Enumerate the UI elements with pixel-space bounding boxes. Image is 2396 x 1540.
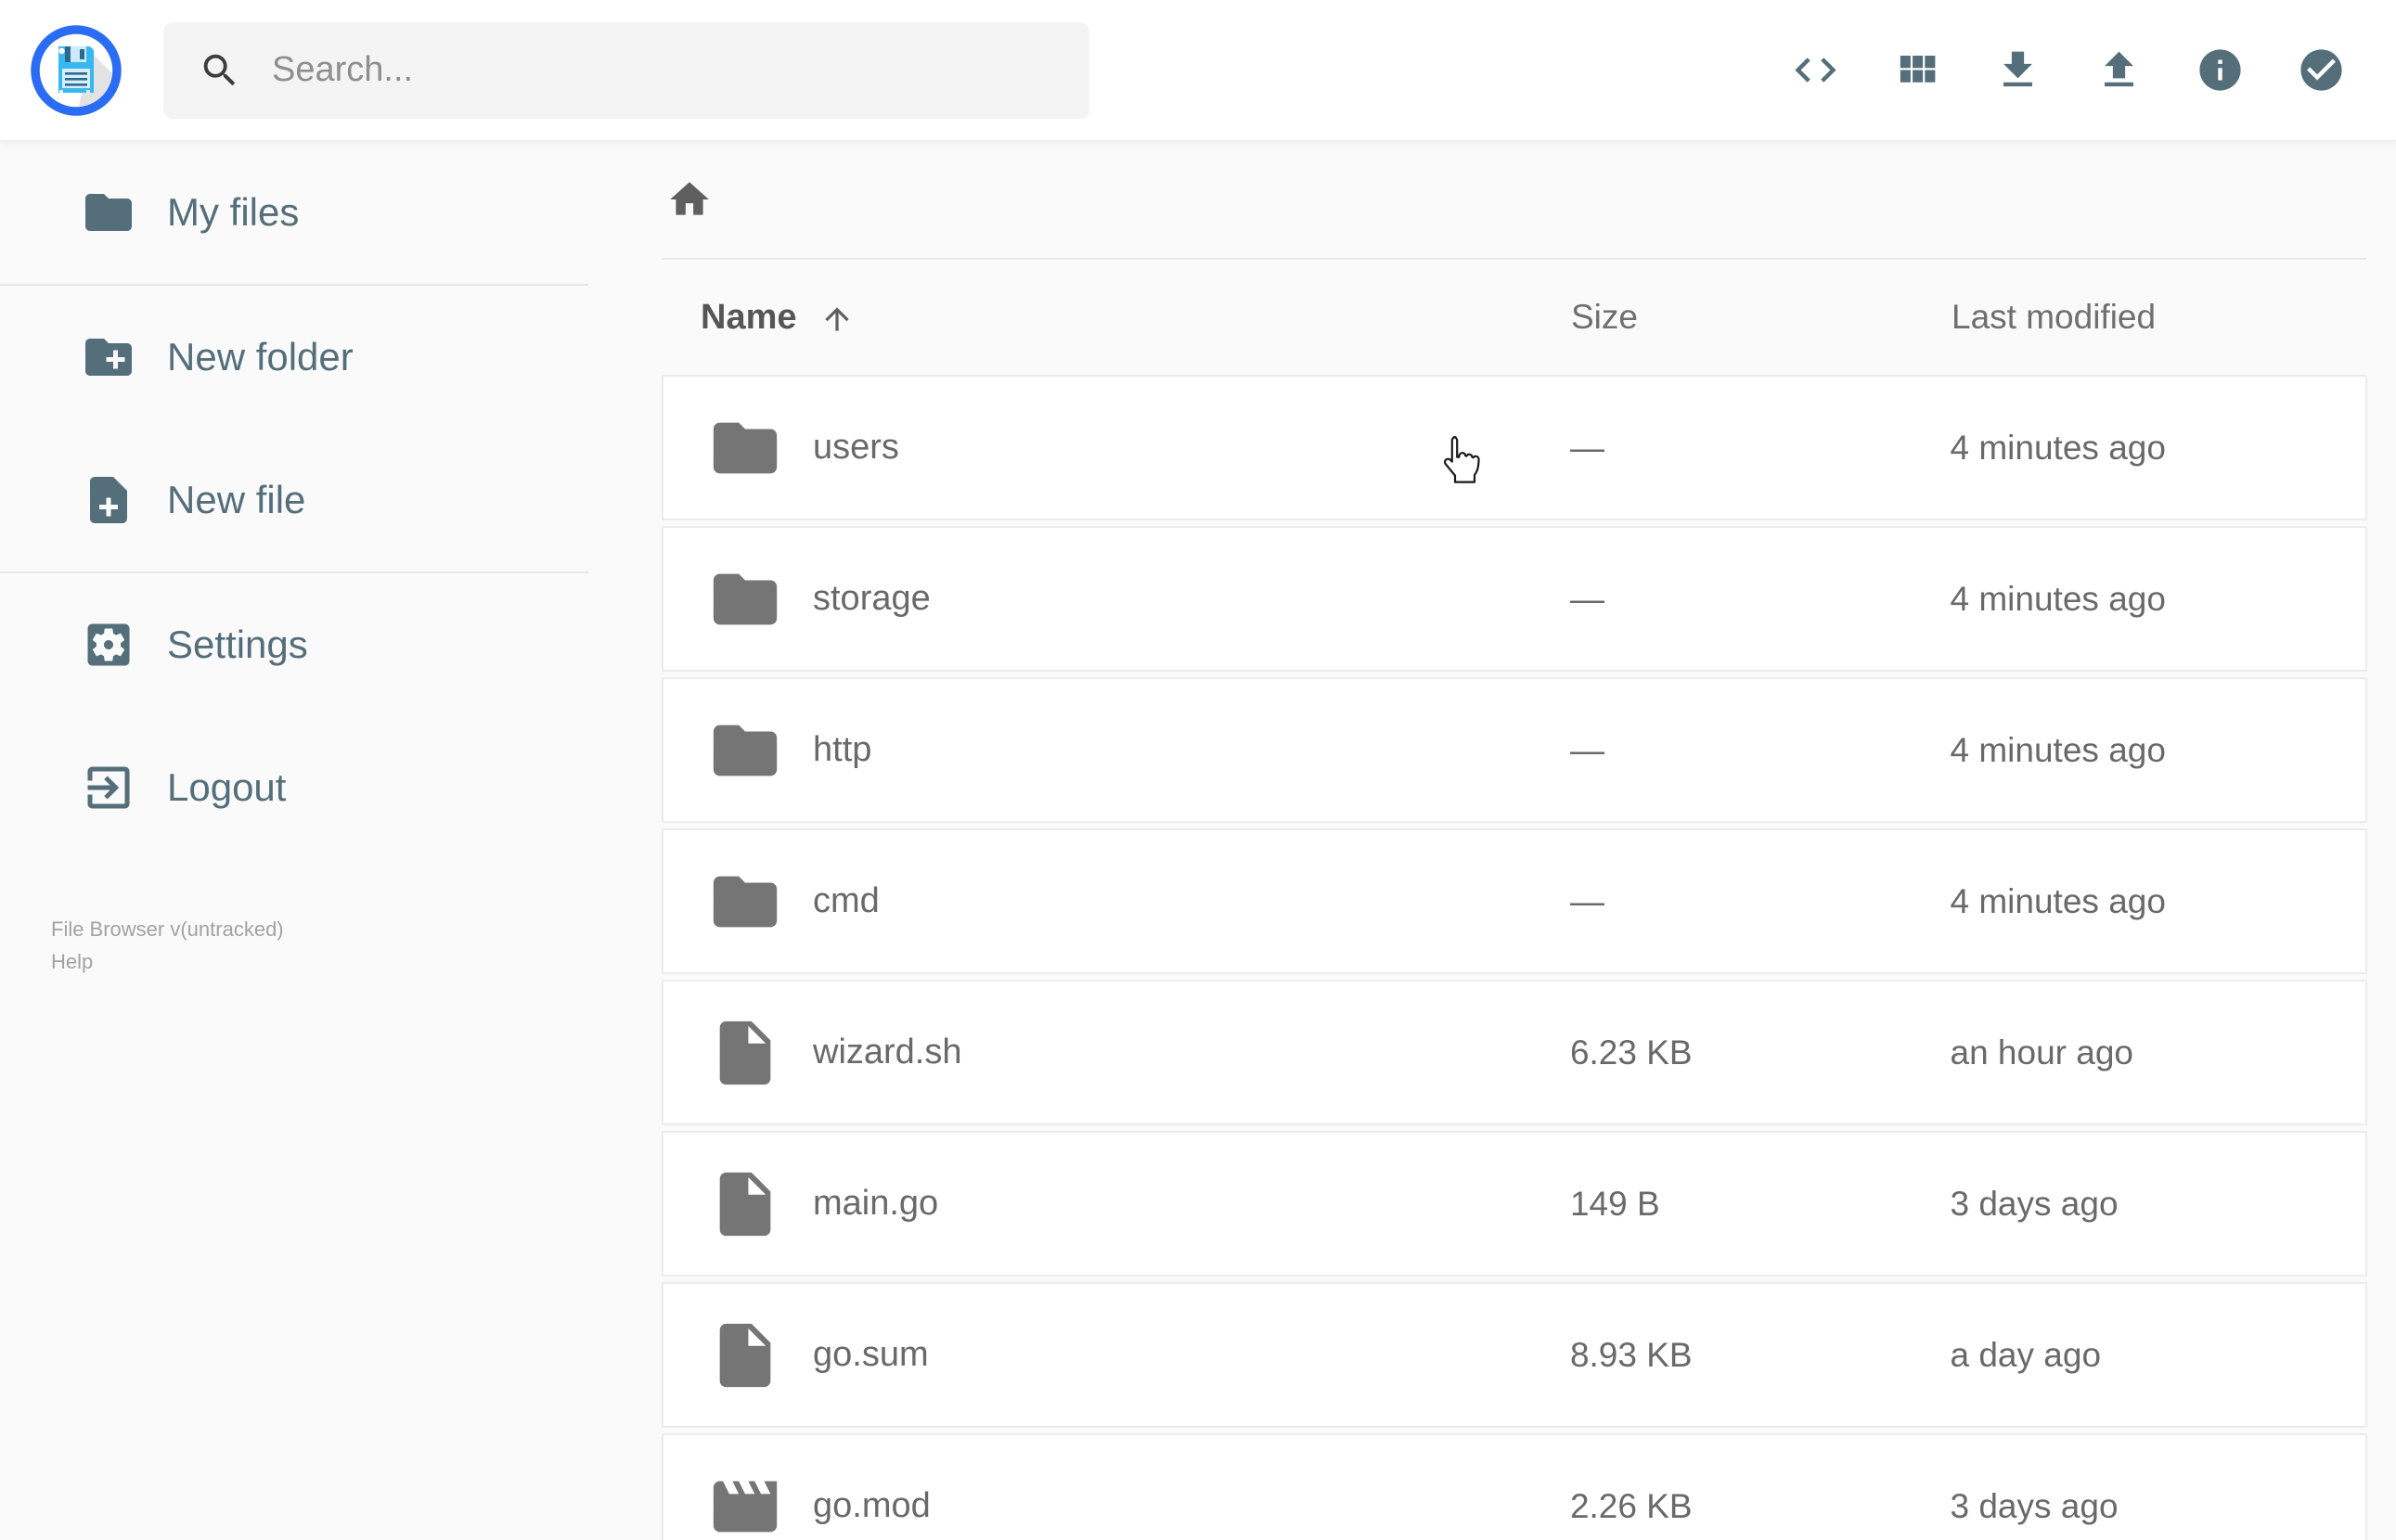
check-circle-icon	[2297, 45, 2346, 95]
cell-name: go.mod	[663, 1469, 1570, 1540]
sidebar: My files New folder New file Settings Logout…	[0, 141, 588, 978]
column-header-size[interactable]: Size	[1571, 298, 1952, 337]
file-name: go.mod	[813, 1486, 931, 1525]
search-icon	[199, 49, 241, 92]
file-row-wizard-sh[interactable]: wizard.sh 6.23 KB an hour ago	[662, 980, 2367, 1125]
column-header-name[interactable]: Name	[662, 298, 1571, 338]
column-header-modified[interactable]: Last modified	[1952, 298, 2367, 337]
file-icon	[707, 1015, 783, 1091]
movie-icon	[707, 1469, 783, 1540]
cell-name: main.go	[663, 1166, 1570, 1242]
file-icon	[707, 1166, 783, 1242]
file-row-go-sum[interactable]: go.sum 8.93 KB a day ago	[662, 1282, 2367, 1428]
logout-icon	[81, 760, 136, 815]
folder-icon	[707, 864, 783, 940]
switch-view-button[interactable]	[1866, 1, 1967, 140]
file-row-users[interactable]: users — 4 minutes ago	[662, 375, 2367, 520]
sidebar-item-new-folder[interactable]: New folder	[0, 286, 588, 429]
sidebar-item-label: Settings	[167, 622, 308, 666]
file-size: 149 B	[1569, 1184, 1660, 1223]
cell-name: users	[663, 410, 1570, 486]
code-icon	[1791, 45, 1840, 95]
file-size: 8.93 KB	[1569, 1335, 1693, 1374]
home-button[interactable]	[666, 176, 713, 223]
cell-name: wizard.sh	[663, 1015, 1570, 1091]
file-size: —	[1569, 881, 1604, 920]
file-name: go.sum	[813, 1335, 929, 1374]
search-box[interactable]	[163, 21, 1089, 119]
sidebar-item-settings[interactable]: Settings	[0, 573, 588, 716]
cell-name: go.sum	[663, 1317, 1570, 1393]
file-size: —	[1569, 428, 1604, 467]
sidebar-item-label: Logout	[167, 765, 287, 809]
select-multiple-button[interactable]	[2271, 1, 2372, 140]
file-size: —	[1569, 579, 1604, 618]
search-input[interactable]	[272, 50, 1054, 90]
cell-name: http	[663, 712, 1570, 789]
settings-icon	[81, 617, 136, 673]
file-modified: 4 minutes ago	[1950, 730, 2166, 769]
file-name: users	[813, 428, 899, 467]
note-add-icon	[81, 472, 136, 528]
download-icon	[1993, 45, 2042, 95]
file-icon	[707, 1317, 783, 1393]
sidebar-item-label: My files	[167, 190, 300, 234]
topbar-actions	[1765, 1, 2372, 140]
file-modified: an hour ago	[1950, 1033, 2134, 1072]
arrow-up-icon	[819, 302, 855, 337]
topbar	[0, 0, 2396, 141]
file-name: wizard.sh	[813, 1033, 962, 1072]
listing-header: Name Size Last modified	[662, 260, 2367, 375]
file-name: storage	[813, 579, 931, 618]
info-button[interactable]	[2170, 1, 2271, 140]
file-name: http	[813, 730, 872, 769]
file-row-storage[interactable]: storage — 4 minutes ago	[662, 526, 2367, 672]
help-link[interactable]: Help	[51, 945, 588, 978]
file-row-http[interactable]: http — 4 minutes ago	[662, 677, 2367, 823]
file-size: —	[1569, 730, 1604, 769]
file-modified: 3 days ago	[1950, 1486, 2119, 1525]
file-size: 6.23 KB	[1569, 1033, 1693, 1072]
cell-name: cmd	[663, 864, 1570, 940]
file-modified: 3 days ago	[1950, 1184, 2119, 1223]
folder-icon	[707, 712, 783, 789]
sidebar-item-label: New folder	[167, 335, 354, 379]
folder-icon	[707, 561, 783, 637]
grid-view-icon	[1892, 45, 1941, 95]
create-new-folder-icon	[81, 329, 136, 385]
upload-icon	[2094, 45, 2144, 95]
column-name-label: Name	[701, 297, 797, 337]
file-modified: a day ago	[1950, 1335, 2102, 1374]
file-name: main.go	[813, 1184, 939, 1223]
folder-icon	[707, 410, 783, 486]
file-browser-logo[interactable]	[30, 24, 122, 117]
download-button[interactable]	[1967, 1, 2068, 140]
folder-icon	[81, 185, 136, 240]
file-size: 2.26 KB	[1569, 1486, 1693, 1525]
home-icon	[666, 176, 713, 223]
file-modified: 4 minutes ago	[1950, 881, 2166, 920]
toggle-shell-button[interactable]	[1765, 1, 1866, 140]
sidebar-item-label: New file	[167, 478, 306, 521]
file-modified: 4 minutes ago	[1950, 428, 2166, 467]
file-modified: 4 minutes ago	[1950, 579, 2166, 618]
sidebar-credits: File Browser v(untracked) Help	[51, 913, 588, 978]
info-icon	[2196, 45, 2245, 95]
sidebar-item-my-files[interactable]: My files	[0, 141, 588, 284]
cell-name: storage	[663, 561, 1570, 637]
file-row-main-go[interactable]: main.go 149 B 3 days ago	[662, 1131, 2367, 1277]
file-name: cmd	[813, 881, 880, 920]
listing: users — 4 minutes ago storage — 4 minutes ago…	[662, 375, 2367, 1540]
file-listing-area: Name Size Last modified users — 4 minutes …	[588, 141, 2396, 1540]
sidebar-item-new-file[interactable]: New file	[0, 429, 588, 571]
file-row-cmd[interactable]: cmd — 4 minutes ago	[662, 828, 2367, 974]
file-row-go-mod[interactable]: go.mod 2.26 KB 3 days ago	[662, 1433, 2367, 1540]
app-version: File Browser v(untracked)	[51, 918, 284, 941]
breadcrumb	[588, 141, 2396, 258]
sidebar-item-logout[interactable]: Logout	[0, 716, 588, 859]
upload-button[interactable]	[2068, 1, 2170, 140]
